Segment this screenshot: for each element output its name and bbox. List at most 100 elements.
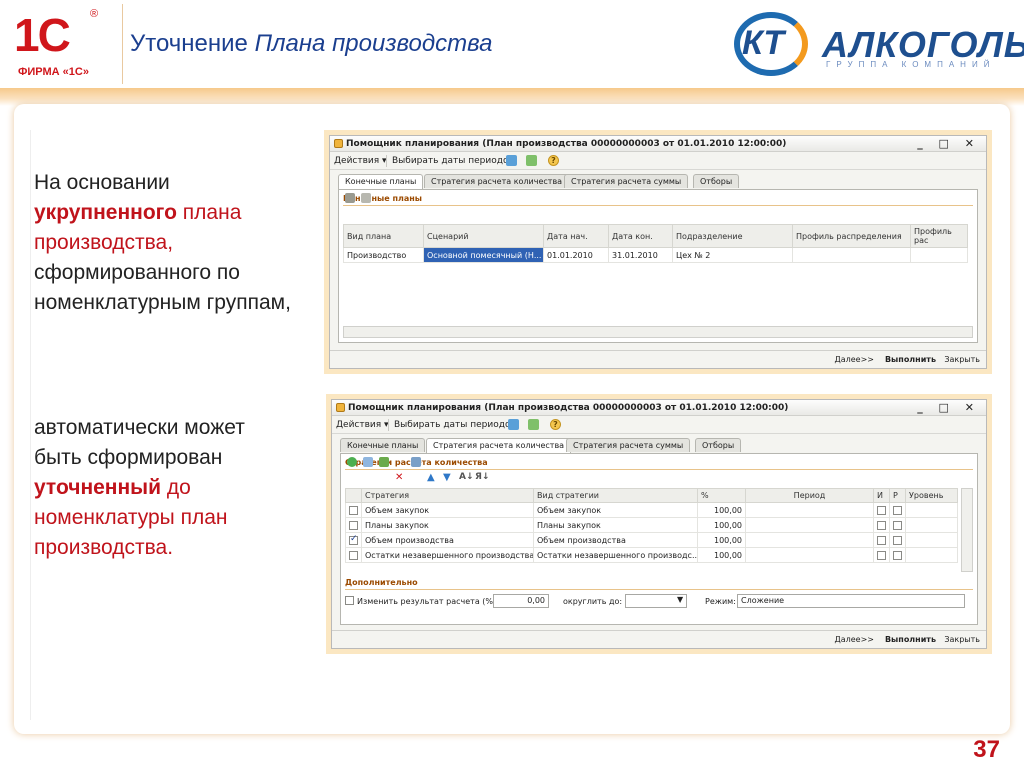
col-percent[interactable]: % xyxy=(697,488,746,503)
r-checkbox[interactable] xyxy=(893,535,902,545)
actions-menu[interactable]: Действия ▾ xyxy=(334,156,387,166)
i-checkbox[interactable] xyxy=(877,550,886,560)
refresh-icon[interactable] xyxy=(526,155,537,166)
r-checkbox[interactable] xyxy=(893,505,902,515)
move-down-icon[interactable]: ▼ xyxy=(443,472,451,483)
help-icon[interactable]: ? xyxy=(550,419,561,430)
col-i[interactable]: И xyxy=(873,488,890,503)
calendar-icon[interactable] xyxy=(508,419,519,430)
col-strategy[interactable]: Стратегия xyxy=(361,488,534,503)
cell-end-date[interactable]: 31.01.2010 xyxy=(608,247,673,263)
col-check[interactable] xyxy=(345,488,362,503)
cell-scenario[interactable]: Основной помесячный (Н... xyxy=(423,247,544,263)
r-checkbox[interactable] xyxy=(893,520,902,530)
table-row[interactable]: Производство Основной помесячный (Н... 0… xyxy=(343,247,968,263)
cell-percent[interactable]: 100,00 xyxy=(697,532,746,548)
chevron-down-icon[interactable]: ▼ xyxy=(677,595,683,604)
col-end-date[interactable]: Дата кон. xyxy=(608,224,673,248)
tab-sum-strategy[interactable]: Стратегия расчета суммы xyxy=(566,438,691,452)
cell-level[interactable] xyxy=(905,532,958,548)
change-result-input[interactable]: 0,00 xyxy=(493,594,549,608)
cell-strategy-kind[interactable]: Планы закупок xyxy=(533,517,698,533)
table-row[interactable]: Объем производства Объем производства 10… xyxy=(345,532,958,548)
run-button[interactable]: Выполнить xyxy=(885,635,936,644)
col-scenario[interactable]: Сценарий xyxy=(423,224,544,248)
col-distribution-profile[interactable]: Профиль распределения xyxy=(792,224,911,248)
col-period[interactable]: Период xyxy=(745,488,874,503)
edit-icon[interactable] xyxy=(379,457,389,467)
cell-level[interactable] xyxy=(905,517,958,533)
change-result-checkbox[interactable] xyxy=(345,596,354,605)
col-level[interactable]: Уровень xyxy=(905,488,958,503)
tab-filters[interactable]: Отборы xyxy=(693,174,740,188)
help-icon[interactable]: ? xyxy=(548,155,559,166)
calendar-icon[interactable] xyxy=(506,155,517,166)
i-checkbox[interactable] xyxy=(877,505,886,515)
col-r[interactable]: Р xyxy=(889,488,906,503)
run-button[interactable]: Выполнить xyxy=(885,355,936,364)
col-distribution-profile-2[interactable]: Профиль рас xyxy=(910,224,968,248)
close-button[interactable]: Закрыть xyxy=(944,355,980,364)
cell-strategy-kind[interactable]: Объем производства xyxy=(533,532,698,548)
move-up-icon[interactable]: ▲ xyxy=(427,472,435,483)
table-row[interactable]: Остатки незавершенного производства Оста… xyxy=(345,547,958,563)
i-checkbox[interactable] xyxy=(877,535,886,545)
sort-desc-icon[interactable]: Я↓ xyxy=(475,472,489,482)
cell-percent[interactable]: 100,00 xyxy=(697,547,746,563)
cell-period[interactable] xyxy=(745,502,874,518)
tab-quantity-strategy[interactable]: Стратегия расчета количества xyxy=(424,174,570,188)
cell-strategy[interactable]: Планы закупок xyxy=(361,517,534,533)
add-icon[interactable] xyxy=(347,457,357,467)
table-icon[interactable] xyxy=(361,193,371,203)
col-start-date[interactable]: Дата нач. xyxy=(543,224,609,248)
cell-level[interactable] xyxy=(905,547,958,563)
cell-strategy-kind[interactable]: Остатки незавершенного производс... xyxy=(533,547,698,563)
cell-start-date[interactable]: 01.01.2010 xyxy=(543,247,609,263)
next-button[interactable]: Далее>> xyxy=(834,635,874,644)
cell-strategy[interactable]: Объем производства xyxy=(361,532,534,548)
cell-strategy-kind[interactable]: Объем закупок xyxy=(533,502,698,518)
cell-strategy[interactable]: Объем закупок xyxy=(361,502,534,518)
vertical-scrollbar[interactable] xyxy=(961,488,973,572)
cell-period[interactable] xyxy=(745,517,874,533)
row-checkbox-checked[interactable] xyxy=(349,534,358,545)
col-department[interactable]: Подразделение xyxy=(672,224,793,248)
tab-sum-strategy[interactable]: Стратегия расчета суммы xyxy=(564,174,689,188)
cell-period[interactable] xyxy=(745,547,874,563)
table-icon[interactable] xyxy=(411,457,421,467)
r-checkbox[interactable] xyxy=(893,550,902,560)
tab-final-plans[interactable]: Конечные планы xyxy=(340,438,426,452)
cell-strategy[interactable]: Остатки незавершенного производства xyxy=(361,547,534,563)
horizontal-scrollbar[interactable] xyxy=(343,326,973,338)
cell-profile-2[interactable] xyxy=(910,247,968,263)
mode-input[interactable]: Сложение xyxy=(737,594,965,608)
row-checkbox[interactable] xyxy=(349,520,358,530)
i-checkbox[interactable] xyxy=(877,520,886,530)
choose-dates-button[interactable]: Выбирать даты периодом xyxy=(394,420,517,430)
table-row[interactable]: Планы закупок Планы закупок 100,00 xyxy=(345,517,958,533)
tab-final-plans[interactable]: Конечные планы xyxy=(338,174,424,190)
tab-quantity-strategy[interactable]: Стратегия расчета количества xyxy=(426,438,572,454)
cell-percent[interactable]: 100,00 xyxy=(697,502,746,518)
col-strategy-kind[interactable]: Вид стратегии xyxy=(533,488,698,503)
close-button[interactable]: Закрыть xyxy=(944,635,980,644)
col-plan-type[interactable]: Вид плана xyxy=(343,224,424,248)
cell-period[interactable] xyxy=(745,532,874,548)
row-checkbox[interactable] xyxy=(349,550,358,560)
edit-icon[interactable] xyxy=(345,193,355,203)
window-controls[interactable]: _ □ ✕ xyxy=(917,137,980,150)
table-row[interactable]: Объем закупок Объем закупок 100,00 xyxy=(345,502,958,518)
next-button[interactable]: Далее>> xyxy=(834,355,874,364)
copy-icon[interactable] xyxy=(363,457,373,467)
sort-asc-icon[interactable]: A↓ xyxy=(459,472,474,482)
delete-icon[interactable]: ✕ xyxy=(395,472,403,483)
cell-level[interactable] xyxy=(905,502,958,518)
cell-department[interactable]: Цех № 2 xyxy=(672,247,793,263)
choose-dates-button[interactable]: Выбирать даты периодом xyxy=(392,156,515,166)
window-controls[interactable]: _ □ ✕ xyxy=(917,401,980,414)
actions-menu[interactable]: Действия ▾ xyxy=(336,420,389,430)
refresh-icon[interactable] xyxy=(528,419,539,430)
row-checkbox[interactable] xyxy=(349,505,358,515)
cell-percent[interactable]: 100,00 xyxy=(697,517,746,533)
cell-plan-type[interactable]: Производство xyxy=(343,247,424,263)
